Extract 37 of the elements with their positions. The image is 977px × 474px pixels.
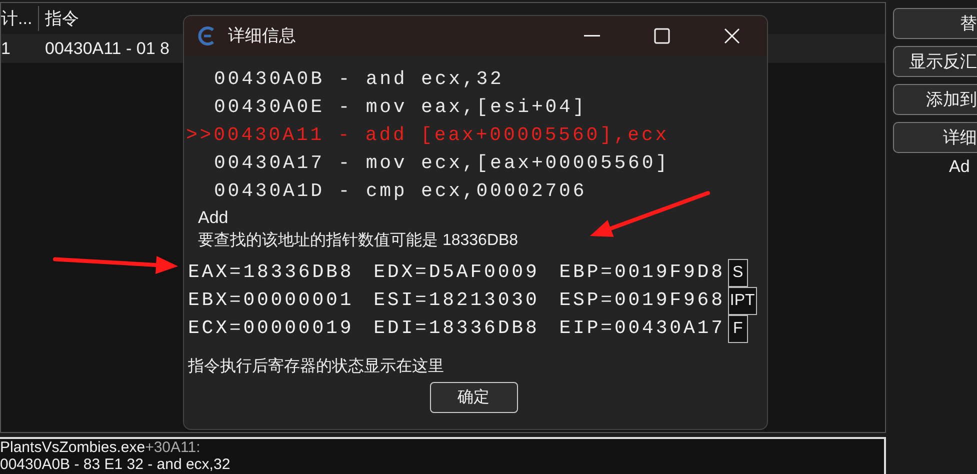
register-value: EAX=18336DB8 (188, 260, 354, 285)
table-cell-text: 00430A11 - 01 8 (44, 38, 170, 60)
table-cell-text: 1 (1, 38, 12, 60)
module-name: PlantsVsZombies.exe (0, 439, 146, 456)
register-value: EDX=D5AF0009 (374, 260, 540, 285)
register-value: ECX=00000019 (188, 316, 354, 341)
minimize-icon (584, 35, 600, 37)
instruction-label: Ad (949, 156, 971, 178)
column-header[interactable]: 指令 (39, 6, 79, 32)
register-value: EBX=00000001 (188, 288, 354, 313)
flag-label: IPT (728, 287, 757, 315)
maximize-icon (654, 28, 670, 44)
flag-label: F (728, 315, 748, 343)
window-title: 详细信息 (228, 25, 296, 48)
code-line: >>00430A11 - add [eax+00005560],ecx (185, 123, 670, 148)
side-button[interactable]: 详细 (893, 122, 977, 153)
close-icon (724, 28, 740, 44)
side-button[interactable]: 替 (893, 8, 977, 39)
code-line: 00430A1D - cmp ecx,00002706 (213, 179, 587, 204)
pointer-hint: 要查找的该地址的指针数值可能是 18336DB8 (198, 230, 518, 251)
module-offset: +30A11: (145, 439, 200, 456)
register-value: ESP=0019F968 (559, 288, 725, 313)
column-header[interactable]: 计... (1, 6, 39, 32)
instruction-label: Add (198, 207, 228, 229)
side-button[interactable]: 显示反汇 (893, 46, 977, 77)
code-line: 00430A0B - 83 E1 32 - and ecx,32 (0, 456, 232, 473)
register-value: ESI=18213030 (374, 288, 540, 313)
register-value: EBP=0019F9D8 (559, 260, 725, 285)
code-line: 00430A0B - and ecx,32 (213, 67, 504, 92)
register-value: EDI=18336DB8 (374, 316, 540, 341)
code-line: 00430A0E - mov eax,[esi+04] (213, 95, 587, 120)
ok-button[interactable]: 确定 (430, 382, 518, 413)
side-button[interactable]: 添加到 (893, 84, 977, 115)
note-text: 指令执行后寄存器的状态显示在这里 (188, 356, 444, 377)
code-line: 00430A17 - mov ecx,[eax+00005560] (213, 151, 670, 176)
flag-label: S (728, 259, 748, 287)
register-value: EIP=00430A17 (559, 316, 725, 341)
